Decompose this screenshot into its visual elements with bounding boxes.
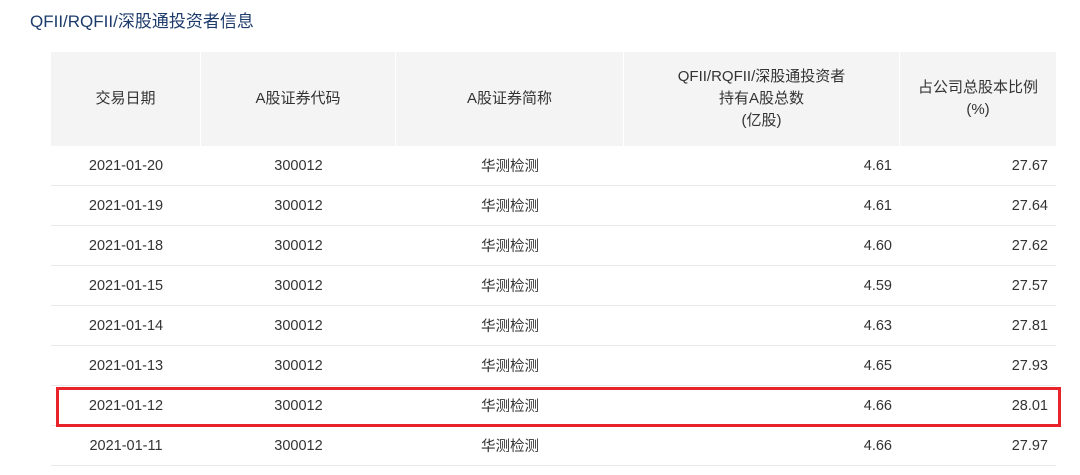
cell-trade-date: 2021-01-18 — [88, 237, 164, 254]
cell-total-shares: 4.66 — [863, 397, 892, 414]
table-row: 2021-01-11 300012 华测检测 4.66 27.97 — [51, 426, 1056, 466]
header-trade-date: 交易日期 — [51, 52, 201, 146]
table-header: 交易日期 A股证券代码 A股证券简称 QFII/RQFII/深股通投资者 持有A… — [51, 52, 1056, 146]
table-row: 2021-01-18 300012 华测检测 4.60 27.62 — [51, 226, 1056, 266]
section-title: QFII/RQFII/深股通投资者信息 — [30, 12, 254, 31]
cell-ratio: 27.81 — [1011, 317, 1048, 334]
cell-total-shares: 4.59 — [863, 277, 892, 294]
cell-total-shares: 4.66 — [863, 437, 892, 454]
header-line: 持有A股总数 — [718, 90, 804, 107]
cell-trade-date: 2021-01-15 — [88, 277, 164, 294]
header-line: A股证券代码 — [255, 90, 341, 107]
header-line: (亿股) — [741, 112, 782, 129]
cell-ratio: 27.97 — [1011, 437, 1048, 454]
cell-security-name: 华测检测 — [481, 319, 539, 335]
table-row: 2021-01-20 300012 华测检测 4.61 27.67 — [51, 146, 1056, 186]
cell-total-shares: 4.61 — [863, 197, 892, 214]
cell-security-code: 300012 — [274, 397, 323, 414]
table-row: 2021-01-19 300012 华测检测 4.61 27.64 — [51, 186, 1056, 226]
cell-ratio: 27.62 — [1011, 237, 1048, 254]
cell-trade-date: 2021-01-12 — [88, 397, 164, 414]
cell-trade-date: 2021-01-20 — [88, 157, 164, 174]
cell-trade-date: 2021-01-19 — [88, 197, 164, 214]
header-ratio: 占公司总股本比例 (%) — [900, 52, 1056, 146]
page: QFII/RQFII/深股通投资者信息 交易日期 A股证券代码 A股证券简称 Q… — [0, 0, 1080, 475]
cell-total-shares: 4.63 — [863, 317, 892, 334]
header-line: 占公司总股本比例 — [917, 79, 1038, 96]
table-row: 2021-01-13 300012 华测检测 4.65 27.93 — [51, 346, 1056, 386]
header-security-code: A股证券代码 — [201, 52, 396, 146]
cell-trade-date: 2021-01-11 — [89, 437, 163, 454]
cell-security-name: 华测检测 — [481, 279, 539, 295]
cell-trade-date: 2021-01-14 — [88, 317, 164, 334]
table-body: 2021-01-20 300012 华测检测 4.61 27.67 2021-01-19 3… — [51, 146, 1056, 466]
cell-security-code: 300012 — [274, 357, 323, 374]
header-line: 交易日期 — [95, 90, 156, 107]
cell-security-code: 300012 — [274, 437, 323, 454]
table-row: 2021-01-14 300012 华测检测 4.63 27.81 — [51, 306, 1056, 346]
cell-ratio: 27.57 — [1011, 277, 1048, 294]
header-line: (%) — [966, 101, 990, 118]
cell-security-name: 华测检测 — [481, 159, 539, 175]
header-line: QFII/RQFII/深股通投资者 — [677, 68, 846, 85]
cell-security-name: 华测检测 — [481, 199, 539, 215]
header-total-shares: QFII/RQFII/深股通投资者 持有A股总数 (亿股) — [624, 52, 900, 146]
cell-security-name: 华测检测 — [481, 359, 539, 375]
cell-security-code: 300012 — [274, 157, 323, 174]
cell-ratio: 28.01 — [1011, 397, 1048, 414]
table-row-highlighted: 2021-01-12 300012 华测检测 4.66 28.01 — [51, 386, 1056, 426]
cell-security-code: 300012 — [274, 237, 323, 254]
cell-security-code: 300012 — [274, 277, 323, 294]
cell-ratio: 27.67 — [1011, 157, 1048, 174]
cell-ratio: 27.64 — [1011, 197, 1048, 214]
cell-security-name: 华测检测 — [481, 439, 539, 455]
cell-security-name: 华测检测 — [481, 399, 539, 415]
cell-security-name: 华测检测 — [481, 239, 539, 255]
cell-security-code: 300012 — [274, 317, 323, 334]
cell-total-shares: 4.65 — [863, 357, 892, 374]
cell-security-code: 300012 — [274, 197, 323, 214]
holdings-table: 交易日期 A股证券代码 A股证券简称 QFII/RQFII/深股通投资者 持有A… — [51, 52, 1056, 466]
cell-trade-date: 2021-01-13 — [88, 357, 164, 374]
cell-total-shares: 4.60 — [863, 237, 892, 254]
header-security-name: A股证券简称 — [396, 52, 624, 146]
header-line: A股证券简称 — [466, 90, 552, 107]
table-row: 2021-01-15 300012 华测检测 4.59 27.57 — [51, 266, 1056, 306]
cell-total-shares: 4.61 — [863, 157, 892, 174]
cell-ratio: 27.93 — [1011, 357, 1048, 374]
